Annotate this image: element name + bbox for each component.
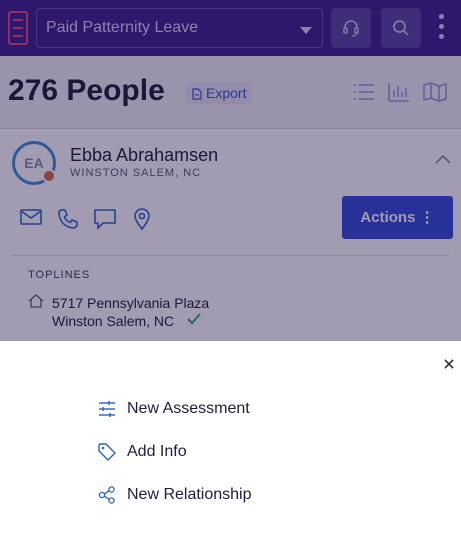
menu-item-label: New Relationship [127, 486, 252, 503]
menu-item-label: Add Info [127, 443, 187, 460]
menu-item-label: New Assessment [127, 400, 250, 417]
add-info-item[interactable]: Add Info [98, 440, 198, 464]
new-assessment-item[interactable]: New Assessment [98, 397, 268, 421]
action-sheet: New Assessment Add Info New Relationship [0, 341, 461, 543]
share-nodes-icon [98, 486, 115, 504]
tag-icon [98, 443, 116, 461]
new-relationship-item[interactable]: New Relationship [98, 483, 268, 507]
modal-backdrop[interactable] [0, 0, 461, 341]
close-icon[interactable] [442, 357, 456, 371]
sliders-icon [99, 401, 115, 417]
